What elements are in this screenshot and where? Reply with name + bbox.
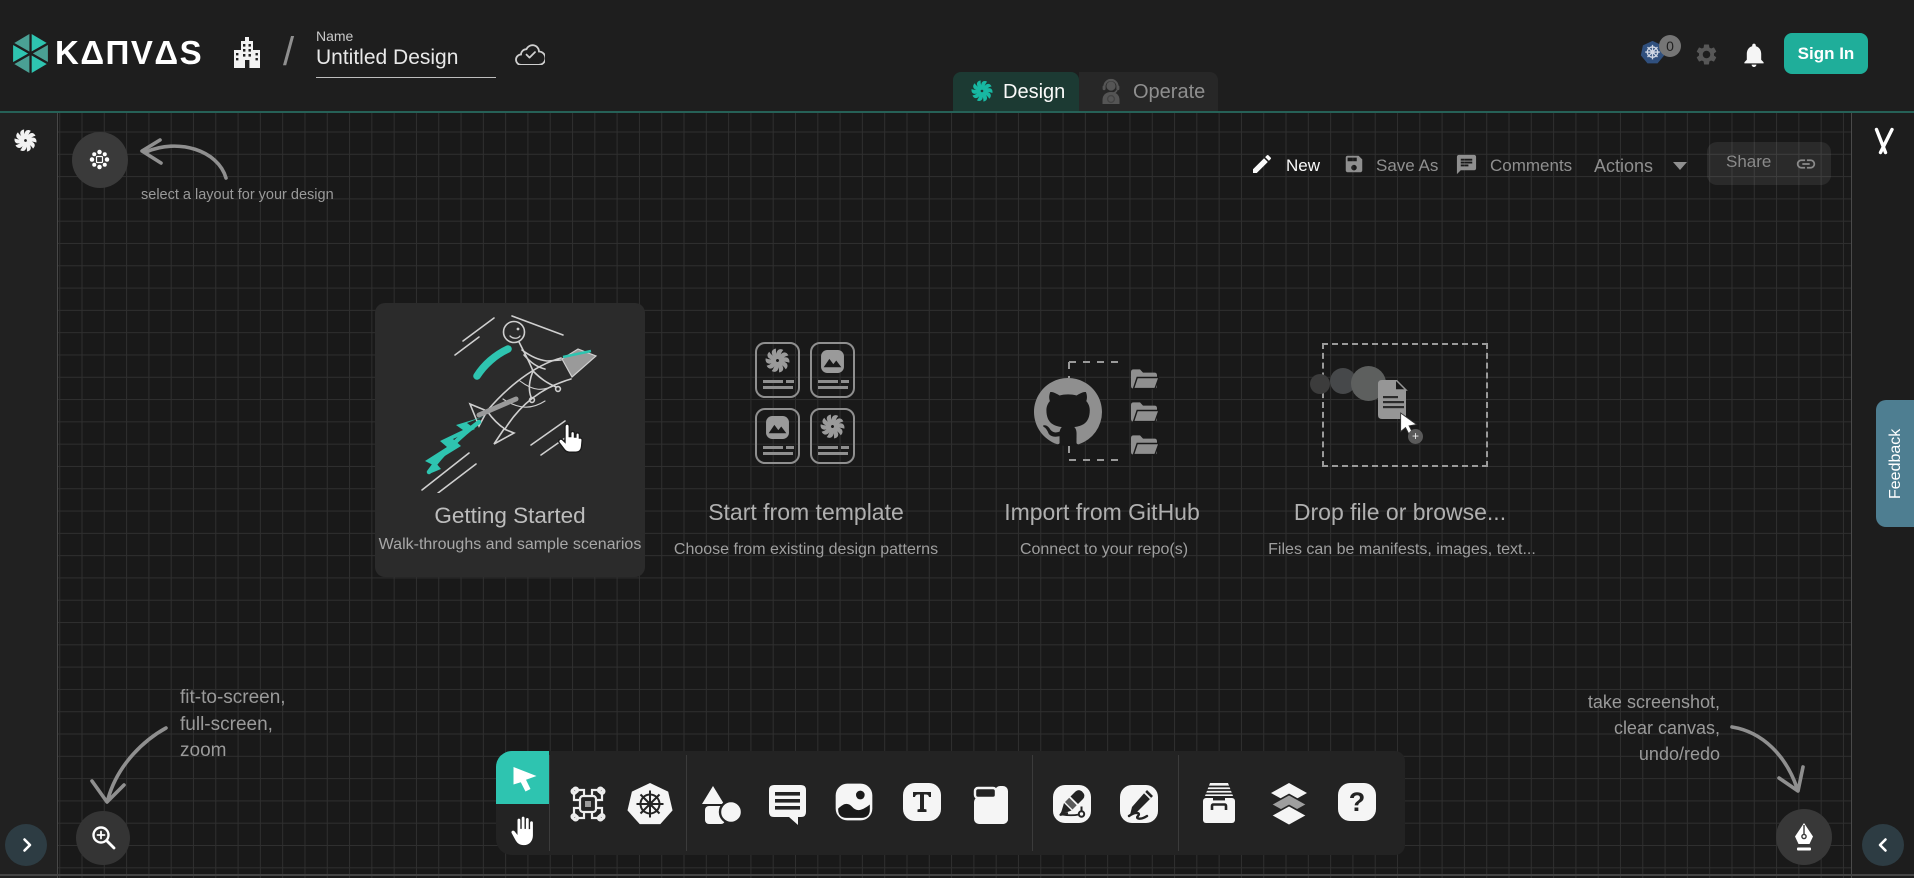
svg-text:?: ? [1349,787,1366,817]
